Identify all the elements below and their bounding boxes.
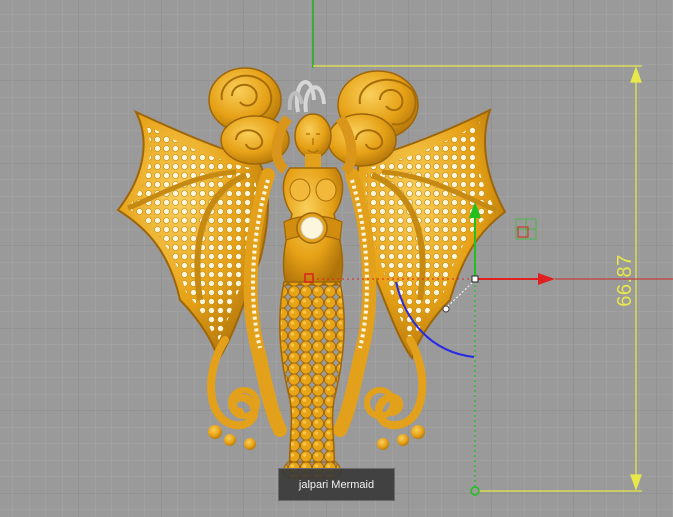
right-scroll-bead xyxy=(411,425,425,439)
right-scroll-bead-2 xyxy=(397,434,409,446)
tooltip-label: jalpari Mermaid xyxy=(298,478,375,491)
right-scroll-bead-3 xyxy=(377,438,389,450)
3d-viewport[interactable]: 66.87 jalpari Mermaid xyxy=(0,0,673,517)
left-scroll-bead-2 xyxy=(224,434,236,446)
object-name-tooltip: jalpari Mermaid xyxy=(278,468,395,501)
viewport-canvas[interactable] xyxy=(0,0,673,517)
mermaid-head xyxy=(294,113,332,159)
mermaid-chest-left xyxy=(289,178,311,202)
mermaid-chest-right xyxy=(315,178,337,202)
gizmo-scale-handle[interactable] xyxy=(442,305,450,313)
left-scroll-bead-3 xyxy=(244,438,256,450)
dimension-label: 66.87 xyxy=(607,250,643,310)
mermaid-neck xyxy=(305,154,321,168)
left-scroll-bead xyxy=(208,425,222,439)
gizmo-origin-handle[interactable] xyxy=(471,275,479,283)
dimension-value: 66.87 xyxy=(613,253,636,307)
center-pearl xyxy=(300,216,324,240)
